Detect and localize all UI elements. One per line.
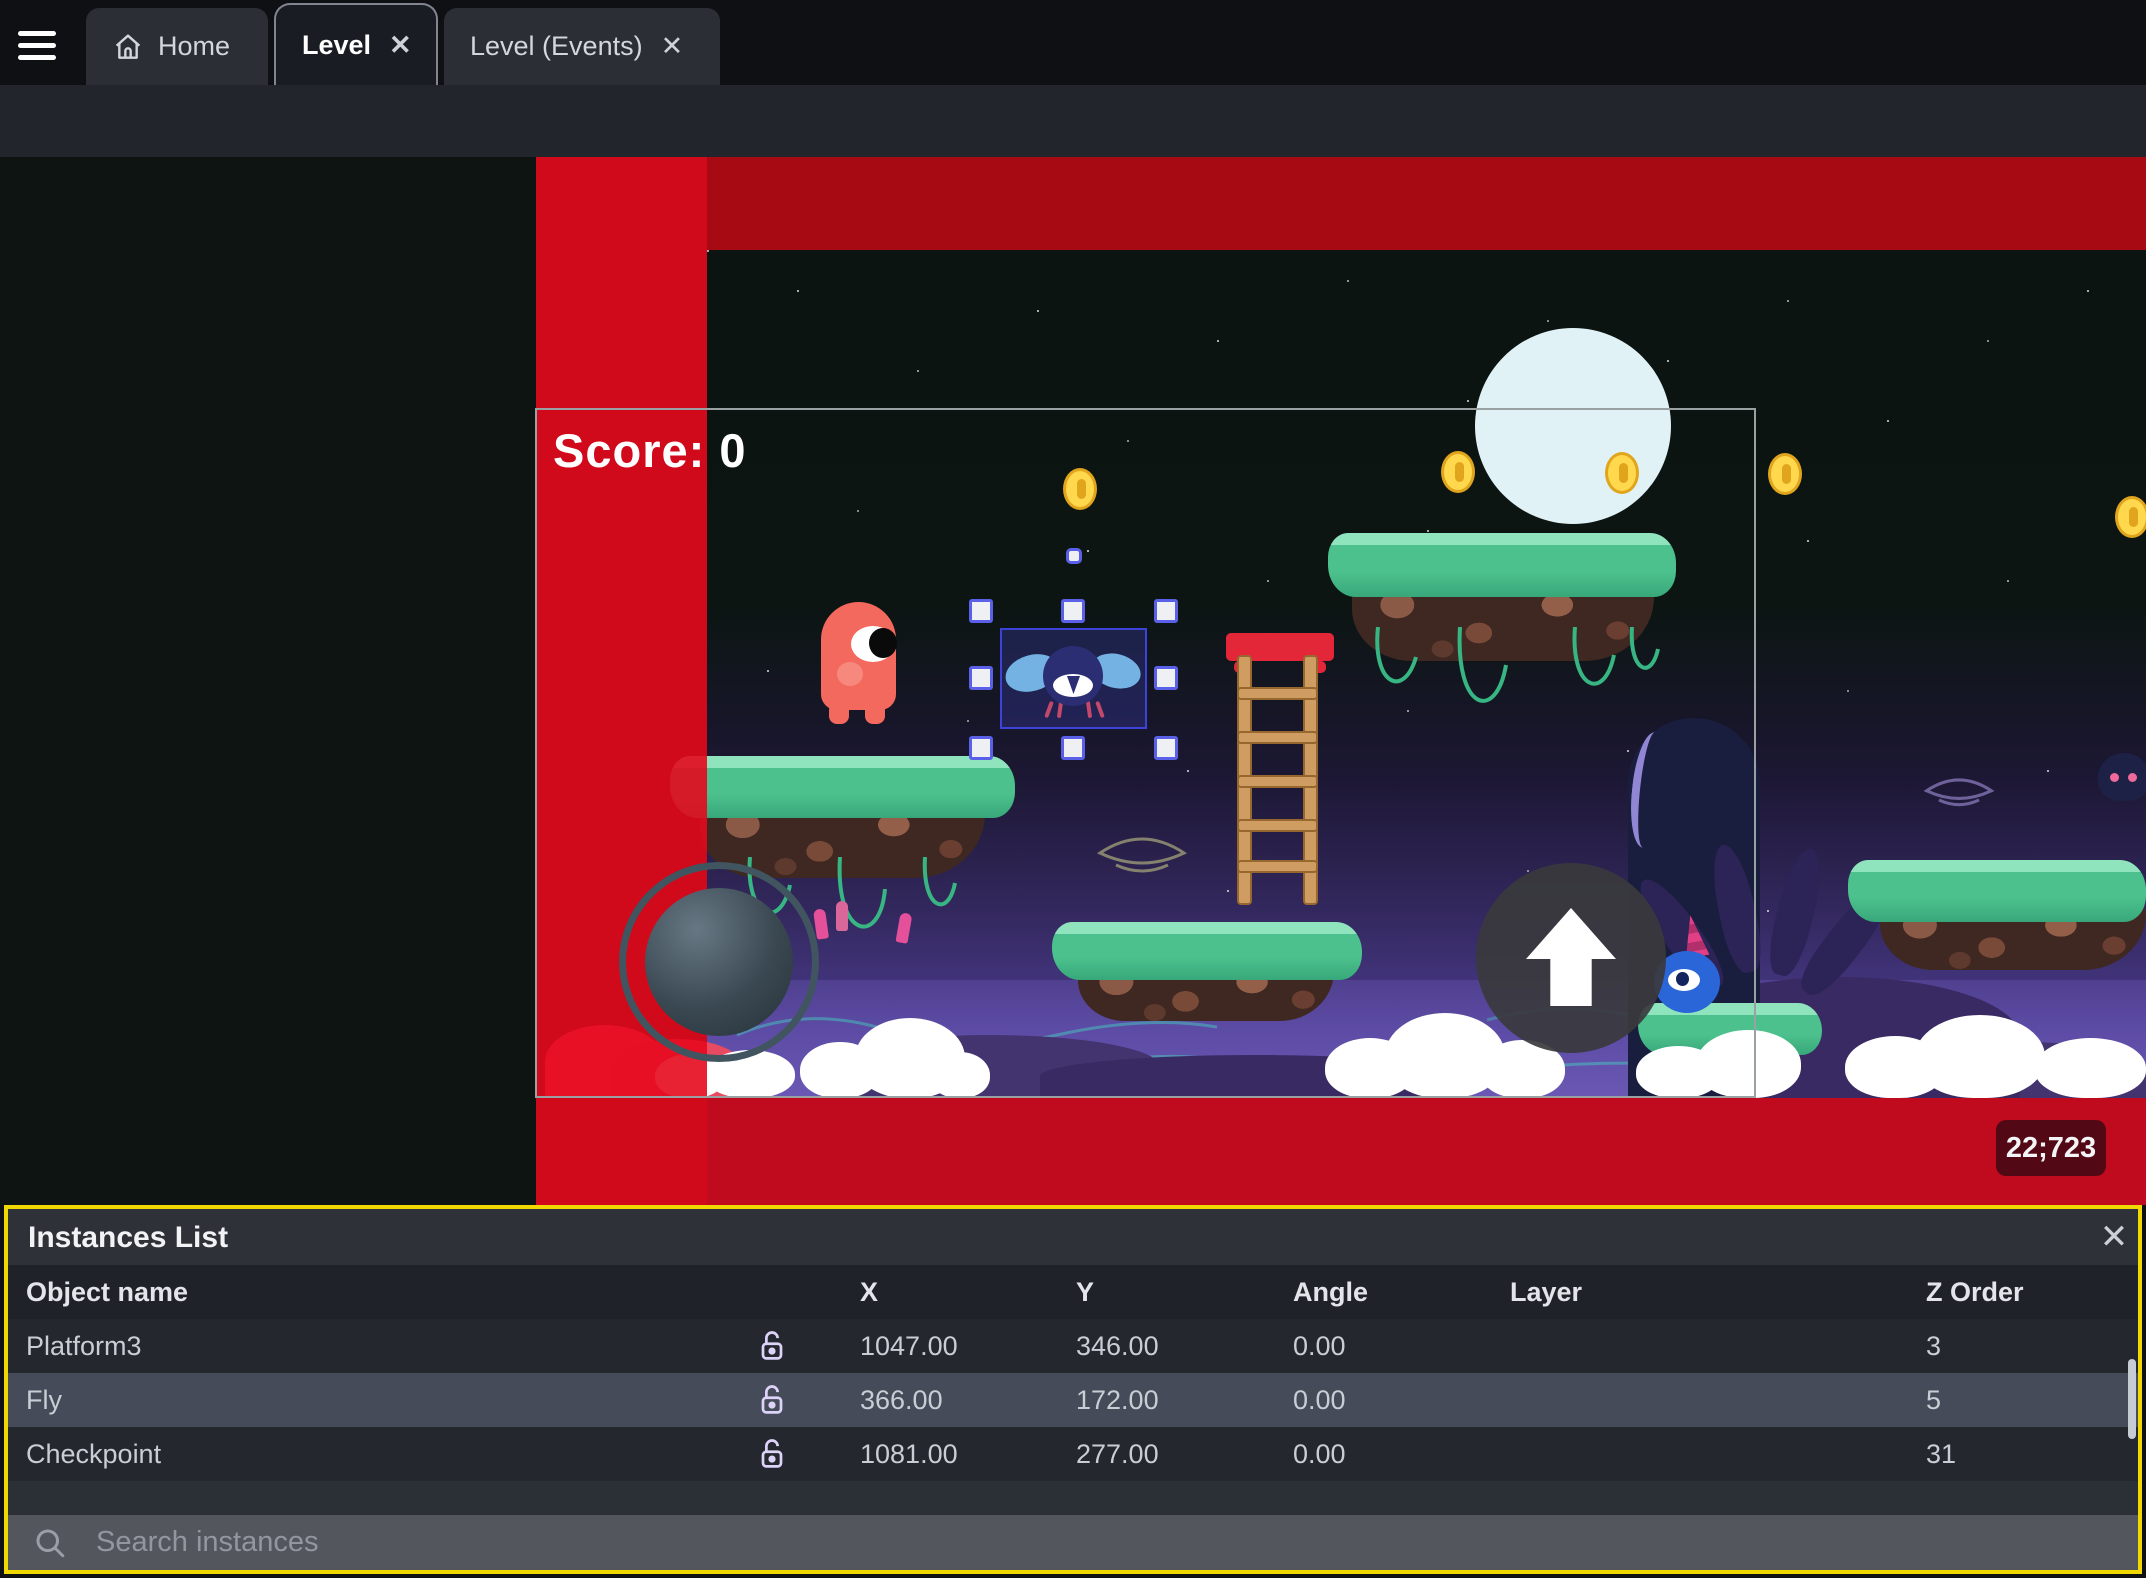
tab-level-close-icon[interactable]: ✕: [385, 30, 416, 61]
instance-z-order[interactable]: 5: [1926, 1385, 1941, 1416]
instance-x[interactable]: 1047.00: [860, 1331, 958, 1362]
panel-title: Instances List: [28, 1221, 229, 1254]
column-header-x[interactable]: X: [860, 1277, 878, 1308]
instance-angle[interactable]: 0.00: [1293, 1331, 1346, 1362]
scene-editor-canvas[interactable]: Score: 0 22;723: [0, 157, 2146, 1205]
toolbar: Preview Publish: [0, 85, 2146, 233]
eye-decoration: [1922, 769, 1996, 816]
tab-home[interactable]: Home: [86, 8, 268, 85]
panel-close-icon[interactable]: ✕: [2094, 1217, 2134, 1257]
tab-bar: Home Level ✕ Level (Events) ✕: [0, 0, 2146, 85]
instance-x[interactable]: 366.00: [860, 1385, 943, 1416]
tab-level[interactable]: Level ✕: [274, 3, 438, 85]
bat-enemy[interactable]: [2098, 753, 2146, 801]
resize-handle-e[interactable]: [1154, 666, 1178, 690]
scrollbar-thumb[interactable]: [2128, 1359, 2136, 1439]
red-band-bottom: [707, 1098, 2146, 1205]
instance-angle[interactable]: 0.00: [1293, 1385, 1346, 1416]
column-header-z-order[interactable]: Z Order: [1926, 1277, 2024, 1308]
coin[interactable]: [1768, 453, 1802, 495]
hamburger-menu-icon[interactable]: [18, 24, 58, 62]
instance-name: Platform3: [26, 1331, 142, 1361]
tab-level-label: Level: [302, 29, 372, 60]
instance-name: Fly: [26, 1385, 62, 1415]
instances-list-panel: Instances List ✕ Object name X Y Angle L…: [4, 1205, 2142, 1574]
instance-y[interactable]: 172.00: [1076, 1385, 1159, 1416]
resize-handle-nw[interactable]: [969, 599, 993, 623]
tab-level-events-label: Level (Events): [470, 31, 643, 61]
resize-handle-s[interactable]: [1061, 736, 1085, 760]
joystick-knob[interactable]: [645, 888, 793, 1036]
jump-button[interactable]: [1476, 863, 1666, 1053]
instance-y[interactable]: 277.00: [1076, 1439, 1159, 1470]
tab-home-label: Home: [158, 31, 231, 61]
instance-z-order[interactable]: 3: [1926, 1331, 1941, 1362]
table-row[interactable]: Platform3 1047.00 346.00 0.00 3: [8, 1319, 2138, 1373]
resize-handle-sw[interactable]: [969, 736, 993, 760]
resize-handle-n[interactable]: [1061, 599, 1085, 623]
fly-enemy-selected[interactable]: [1001, 631, 1145, 726]
app-window: Home Level ✕ Level (Events) ✕ Preview: [0, 0, 2146, 1578]
instance-z-order[interactable]: 31: [1926, 1439, 1956, 1470]
cursor-coordinates-badge: 22;723: [1996, 1120, 2106, 1176]
instance-x[interactable]: 1081.00: [860, 1439, 958, 1470]
unlock-icon[interactable]: [754, 1328, 790, 1364]
score-hud-text: Score: 0: [553, 424, 747, 477]
red-band-top: [707, 157, 2146, 250]
table-row[interactable]: Checkpoint 1081.00 277.00 0.00 31: [8, 1427, 2138, 1481]
arrow-up-icon: [1526, 908, 1616, 1006]
panel-title-bar: Instances List: [8, 1209, 2138, 1265]
column-header-layer[interactable]: Layer: [1510, 1277, 1582, 1308]
column-header-object-name[interactable]: Object name: [26, 1277, 188, 1308]
search-instances-input[interactable]: [94, 1525, 1894, 1560]
platform-right[interactable]: [1848, 860, 2146, 922]
panel-gap: [8, 1481, 2138, 1515]
stars: [707, 250, 709, 252]
rotation-handle[interactable]: [1066, 548, 1082, 564]
resize-handle-se[interactable]: [1154, 736, 1178, 760]
unlock-icon[interactable]: [754, 1436, 790, 1472]
instance-name: Checkpoint: [26, 1439, 162, 1469]
tab-level-events[interactable]: Level (Events) ✕: [444, 8, 720, 85]
search-icon: [36, 1529, 65, 1557]
instance-y[interactable]: 346.00: [1076, 1331, 1159, 1362]
tab-level-events-close-icon[interactable]: ✕: [657, 31, 688, 62]
cloud: [1845, 1015, 2146, 1098]
instance-angle[interactable]: 0.00: [1293, 1439, 1346, 1470]
home-icon: [115, 33, 141, 59]
resize-handle-w[interactable]: [969, 666, 993, 690]
search-bar: [8, 1515, 2138, 1570]
column-header-angle[interactable]: Angle: [1293, 1277, 1368, 1308]
table-header-row: Object name X Y Angle Layer Z Order: [8, 1265, 2138, 1319]
column-header-y[interactable]: Y: [1076, 1277, 1094, 1308]
resize-handle-ne[interactable]: [1154, 599, 1178, 623]
coin[interactable]: [2115, 496, 2146, 538]
table-row-selected[interactable]: Fly 366.00 172.00 0.00 5: [8, 1373, 2138, 1427]
unlock-icon[interactable]: [754, 1382, 790, 1418]
